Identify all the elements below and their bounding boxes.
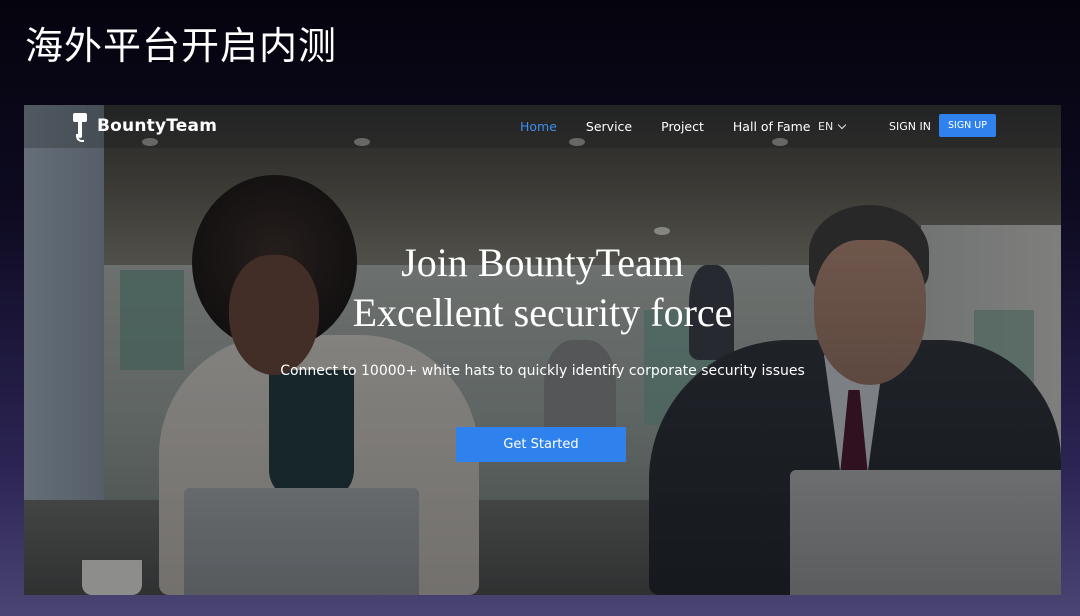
nav-item-home[interactable]: Home [520, 119, 557, 134]
nav-item-project[interactable]: Project [661, 119, 704, 134]
nav-item-hall-of-fame[interactable]: Hall of Fame [733, 119, 811, 134]
hammer-icon [72, 111, 88, 142]
website-screenshot: BountyTeam Home Service Project Hall of … [24, 105, 1061, 595]
sign-up-button[interactable]: SIGN UP [939, 114, 996, 137]
slide-title: 海外平台开启内测 [25, 24, 338, 68]
nav-item-service[interactable]: Service [586, 119, 632, 134]
dark-overlay [24, 105, 1061, 595]
navbar: BountyTeam Home Service Project Hall of … [24, 105, 1061, 148]
language-selector[interactable]: EN [818, 105, 847, 148]
brand-logo-link[interactable]: BountyTeam [72, 111, 218, 142]
hero-title: Join BountyTeam Excellent security force [24, 238, 1061, 338]
hero-title-line-2: Excellent security force [352, 290, 733, 335]
get-started-button[interactable]: Get Started [456, 427, 626, 462]
brand-name: BountyTeam [97, 116, 218, 136]
nav-links: Home Service Project Hall of Fame [520, 105, 810, 148]
sign-in-link[interactable]: SIGN IN [889, 105, 931, 148]
hero-subtitle: Connect to 10000+ white hats to quickly … [280, 363, 805, 379]
chevron-down-icon [837, 120, 847, 130]
language-label: EN [818, 120, 834, 133]
hero-title-line-1: Join BountyTeam [401, 240, 684, 285]
